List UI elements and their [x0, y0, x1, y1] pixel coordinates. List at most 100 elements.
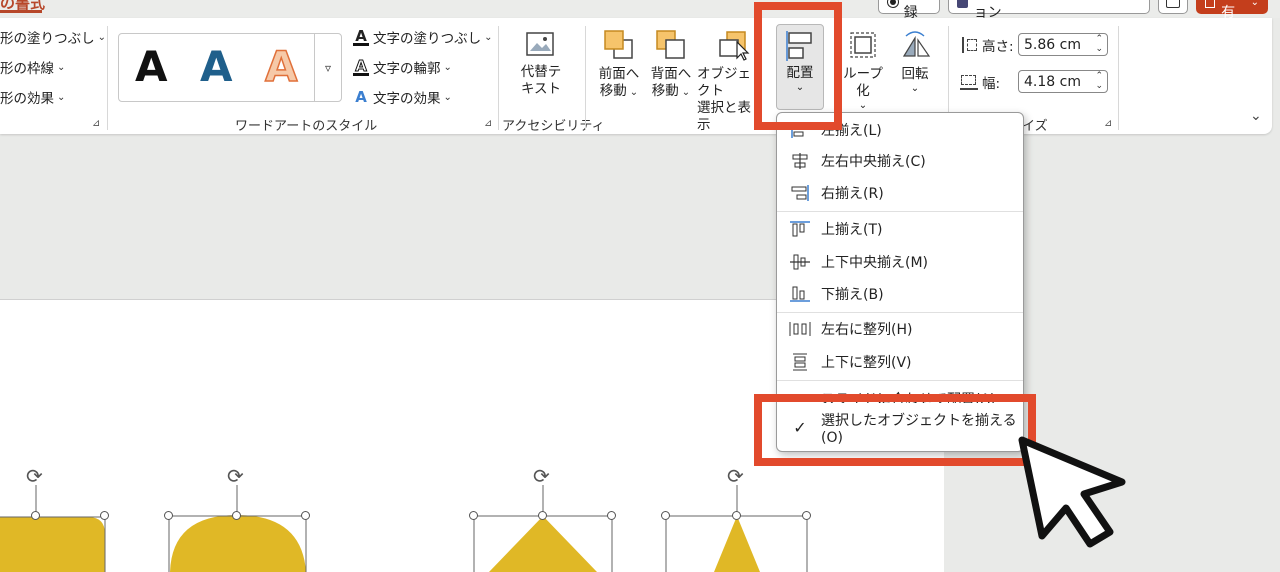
comments-button[interactable] — [1158, 0, 1188, 14]
height-icon — [960, 37, 978, 53]
align-bottom-icon — [790, 286, 810, 302]
present-in-teams-button[interactable]: Teams でプレゼンテーション — [948, 0, 1150, 21]
text-effects-icon: A — [355, 88, 367, 106]
wordart-style-orange-outline[interactable]: A — [264, 43, 298, 91]
ribbon: 形の塗りつぶし ⌄ 形の枠線 ⌄ 形の効果 ⌄ ⊿ A A A ▿ A 文字の塗りつぶ… — [0, 18, 1272, 134]
rotate-label: 回転 — [901, 66, 929, 82]
menu-item-align-bottom[interactable]: 下揃え(B) — [777, 279, 1023, 309]
spinner-arrows-icon[interactable]: ⌃ ⌄ — [1095, 71, 1103, 91]
menu-item-label: 上下に整列(V) — [821, 355, 912, 371]
chevron-down-icon: ⌄ — [443, 61, 452, 73]
chevron-down-icon: ▿ — [324, 60, 332, 75]
menu-item-align-right[interactable]: 右揃え(R) — [777, 178, 1023, 208]
resize-handle[interactable] — [232, 511, 241, 520]
highlight-box-align — [754, 2, 842, 130]
shape-outline-button[interactable]: 形の枠線 ⌄ — [0, 57, 65, 77]
menu-item-distribute-horizontally[interactable]: 左右に整列(H) — [777, 314, 1023, 344]
shape-fill-button[interactable]: 形の塗りつぶし ⌄ — [0, 27, 106, 47]
chevron-down-icon: ⌄ — [57, 91, 66, 103]
resize-handle[interactable] — [469, 511, 478, 520]
selection-pane-line1: オブジェクト — [697, 66, 751, 99]
alt-text-label-line2: キスト — [520, 81, 562, 97]
text-fill-label: 文字の塗りつぶし — [373, 31, 482, 47]
rotate-handle-icon[interactable]: ⟳ — [227, 464, 244, 488]
resize-handle[interactable] — [301, 511, 310, 520]
spinner-arrows-icon[interactable]: ⌃ ⌄ — [1095, 34, 1103, 54]
group-divider — [107, 26, 108, 130]
chevron-down-icon: ⌄ — [443, 91, 452, 103]
resize-handle[interactable] — [732, 511, 741, 520]
wordart-launcher-icon[interactable]: ⊿ — [484, 118, 492, 129]
text-fill-button[interactable]: A 文字の塗りつぶし ⌄ — [353, 27, 493, 47]
resize-handle[interactable] — [607, 511, 616, 520]
rotate-handle-icon[interactable]: ⟳ — [727, 464, 744, 488]
teams-icon — [957, 0, 968, 8]
menu-item-align-center[interactable]: 左右中央揃え(C) — [777, 146, 1023, 176]
distribute-horizontal-icon — [789, 322, 811, 336]
shape-height-input[interactable]: 5.86 cm ⌃ ⌄ — [1018, 33, 1108, 56]
share-button[interactable]: 共有 ⌄ — [1196, 0, 1268, 21]
width-icon — [960, 74, 978, 90]
shape-effects-label: 形の効果 — [0, 91, 54, 107]
chevron-down-icon: ⌄ — [57, 61, 66, 73]
distribute-vertical-icon — [793, 353, 807, 371]
group-icon — [850, 32, 876, 58]
shape-width-input[interactable]: 4.18 cm ⌃ ⌄ — [1018, 70, 1108, 93]
wordart-group-label: ワードアートのスタイル — [235, 119, 378, 134]
menu-item-align-top[interactable]: 上揃え(T) — [777, 214, 1023, 244]
rounded-rectangle-shape — [0, 517, 105, 572]
size-launcher-icon[interactable]: ⊿ — [1104, 118, 1112, 129]
wordart-gallery[interactable]: A A A ▿ — [118, 33, 342, 102]
collapse-ribbon-chevron-icon[interactable]: ⌄ — [1250, 108, 1262, 124]
comment-icon — [1166, 0, 1180, 8]
menu-item-label: 右揃え(R) — [821, 186, 884, 202]
rotate-handle-icon[interactable]: ⟳ — [26, 464, 43, 488]
rotate-handle-icon[interactable]: ⟳ — [533, 464, 550, 488]
text-outline-label: 文字の輪郭 — [373, 61, 441, 77]
resize-handle[interactable] — [538, 511, 547, 520]
bring-forward-line2: 移動 — [599, 83, 627, 99]
menu-item-label: 左右中央揃え(C) — [821, 154, 926, 170]
bring-forward-button[interactable]: 前面へ 移動 ⌄ — [594, 28, 644, 101]
send-backward-line1: 背面へ — [650, 66, 692, 82]
resize-handle[interactable] — [100, 511, 109, 520]
wordart-style-black[interactable]: A — [135, 44, 168, 90]
narrow-triangle-shape — [714, 516, 760, 572]
record-button[interactable]: 記録 — [878, 0, 940, 21]
text-outline-button[interactable]: A 文字の輪郭 ⌄ — [353, 57, 452, 77]
text-effects-label: 文字の効果 — [373, 91, 441, 107]
resize-handle[interactable] — [661, 511, 670, 520]
gallery-more-button[interactable]: ▿ — [314, 34, 341, 101]
resize-handle[interactable] — [164, 511, 173, 520]
menu-item-distribute-vertically[interactable]: 上下に整列(V) — [777, 347, 1023, 377]
send-backward-button[interactable]: 背面へ 移動 ⌄ — [646, 28, 696, 101]
triangle-shape — [489, 516, 597, 572]
resize-handle[interactable] — [802, 511, 811, 520]
shape-width-label: 幅: — [960, 72, 1000, 92]
align-middle-icon — [790, 254, 810, 270]
size-group-label: イズ — [1022, 119, 1048, 134]
menu-item-align-middle[interactable]: 上下中央揃え(M) — [777, 247, 1023, 277]
shape-styles-launcher-icon[interactable]: ⊿ — [92, 118, 100, 129]
shape-effects-button[interactable]: 形の効果 ⌄ — [0, 87, 65, 107]
oval-shape — [170, 515, 306, 572]
menu-item-label: 下揃え(B) — [821, 287, 884, 303]
chevron-down-icon: ⌄ — [910, 83, 920, 94]
accessibility-group-label: アクセシビリティ — [502, 119, 605, 134]
rotate-button[interactable]: 回転 ⌄ — [892, 28, 938, 95]
rotate-icon — [902, 31, 931, 57]
menu-divider — [777, 312, 1023, 313]
group-label: ループ化 — [843, 66, 883, 99]
selection-pane-line2: 選択と表示 — [697, 100, 751, 133]
send-backward-icon — [656, 30, 685, 59]
alt-text-button[interactable]: 代替テ キスト — [516, 30, 566, 98]
group-divider — [1118, 26, 1119, 130]
text-effects-button[interactable]: A 文字の効果 ⌄ — [353, 87, 452, 107]
resize-handle[interactable] — [31, 511, 40, 520]
wordart-style-blue[interactable]: A — [200, 44, 233, 90]
highlight-box-selected-objects — [754, 394, 1036, 466]
group-divider — [498, 26, 499, 130]
group-objects-button[interactable]: ループ化 ⌄ — [838, 28, 888, 112]
chevron-down-icon: ⌄ — [97, 31, 107, 43]
selection-pane-button[interactable]: オブジェクト 選択と表示 — [697, 28, 761, 134]
